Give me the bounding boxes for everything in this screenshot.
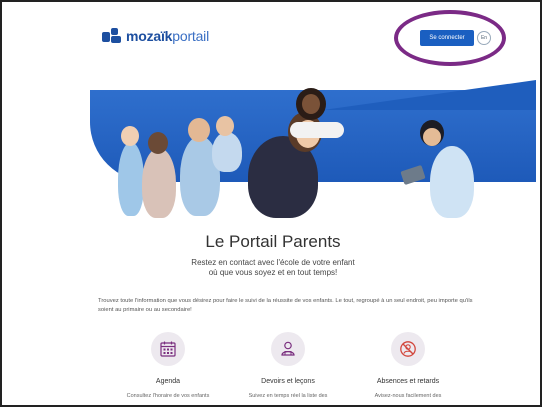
feature-agenda: Agenda Consultez l'horaire de vos enfant… xyxy=(108,332,228,399)
logo-text-bold: mozaïk xyxy=(126,28,173,44)
feature-text: Suivez en temps réel la liste des xyxy=(248,393,328,399)
feature-absences: Absences et retards Avisez-nous facileme… xyxy=(348,332,468,399)
page-description: Trouvez toute l'information que vous dés… xyxy=(98,298,473,313)
feature-devoirs: Devoirs et leçons Suivez en temps réel l… xyxy=(228,332,348,399)
feature-text: Consultez l'horaire de vos enfants xyxy=(126,393,210,399)
page-subtitle: Restez en contact avec l'école de votre … xyxy=(191,258,355,277)
feature-title: Devoirs et leçons xyxy=(261,378,315,385)
mozaik-logo-icon xyxy=(102,28,122,44)
feature-title: Absences et retards xyxy=(376,378,440,385)
hero-image xyxy=(90,80,536,218)
browser-frame: mozaïkportail Se connecter En Le Portail… xyxy=(0,0,542,407)
page-title: Le Portail Parents xyxy=(205,232,341,251)
logo-text-light: portail xyxy=(172,28,209,44)
logo-text: mozaïkportail xyxy=(126,28,209,44)
logo[interactable]: mozaïkportail xyxy=(102,28,209,44)
calendar-icon xyxy=(151,332,185,366)
hero-boy-figure xyxy=(430,146,474,218)
student-icon xyxy=(271,332,305,366)
hero-child-figure xyxy=(118,142,144,216)
highlight-annotation-ring xyxy=(394,10,506,66)
feature-text: Avisez-nous facilement des xyxy=(374,393,442,399)
absence-icon xyxy=(391,332,425,366)
feature-title: Agenda xyxy=(155,378,181,385)
hero-mother-figure xyxy=(142,148,176,218)
hero-girl-striped-shirt xyxy=(290,122,344,138)
